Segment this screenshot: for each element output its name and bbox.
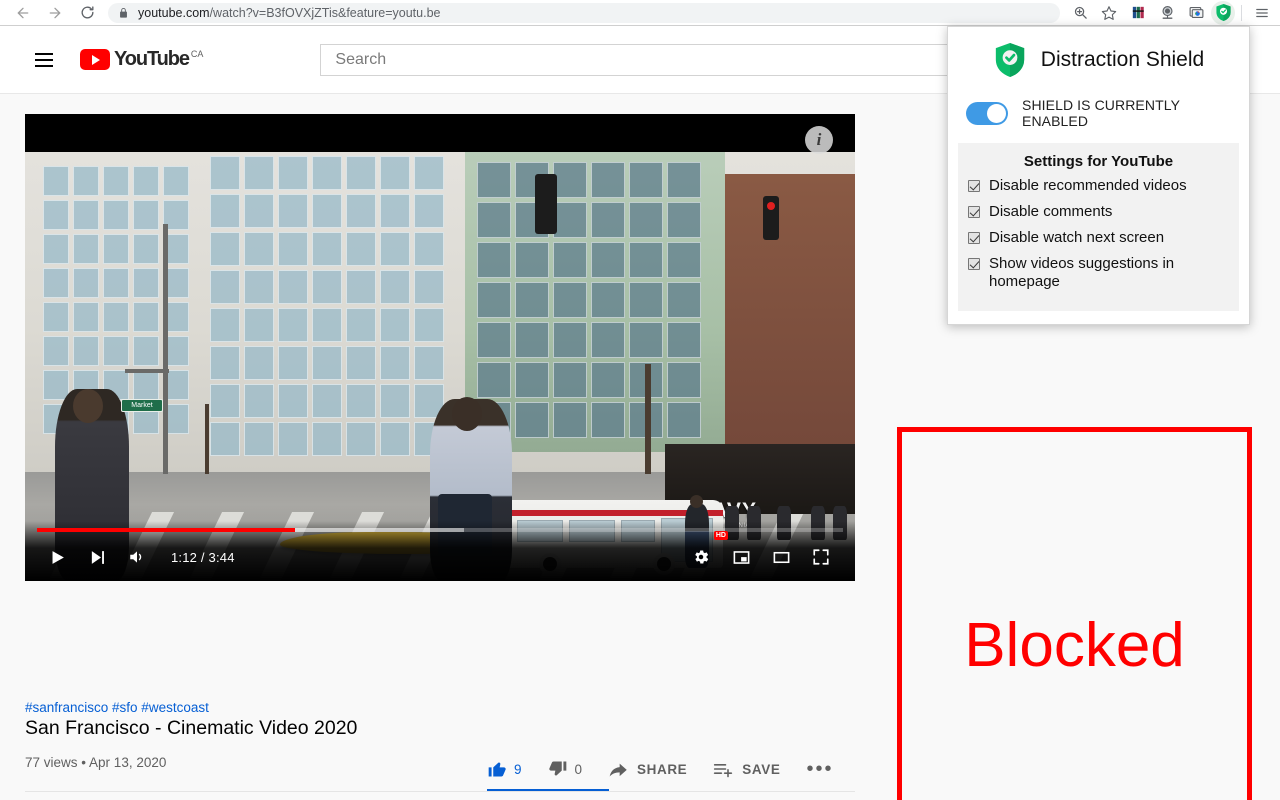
navigation-buttons xyxy=(0,1,102,25)
chrome-menu-icon[interactable] xyxy=(1248,1,1276,25)
zoom-magnifier-icon[interactable] xyxy=(1066,1,1094,25)
share-label: SHARE xyxy=(637,761,688,777)
checkbox-icon[interactable] xyxy=(968,258,980,270)
tree-trunk xyxy=(205,404,209,474)
youtube-country-code: CA xyxy=(190,49,204,59)
popup-header: Distraction Shield xyxy=(948,27,1249,91)
url-path: /watch?v=B3fOVXjZTis&feature=youtu.be xyxy=(209,5,441,20)
bookmark-star-icon[interactable] xyxy=(1095,1,1123,25)
meta-divider xyxy=(25,791,855,792)
checkbox-icon[interactable] xyxy=(968,180,980,192)
setting-label: Disable comments xyxy=(989,203,1113,220)
dislike-count: 0 xyxy=(574,761,583,777)
save-button[interactable]: SAVE xyxy=(713,759,780,779)
youtube-play-icon xyxy=(80,49,110,70)
setting-disable-watch-next[interactable]: Disable watch next screen xyxy=(968,229,1229,247)
url-text: youtube.com/watch?v=B3fOVXjZTis&feature=… xyxy=(138,6,441,20)
blocked-label: Blocked xyxy=(964,610,1185,680)
next-track-icon[interactable] xyxy=(77,537,117,577)
dislike-button[interactable]: 0 xyxy=(548,759,583,779)
screen: youtube.com/watch?v=B3fOVXjZTis&feature=… xyxy=(0,0,1280,800)
setting-label: Show videos suggestions in homepage xyxy=(989,255,1175,290)
video-player[interactable]: OLD NAVY SAN FRANCISCO, CALIFORNIA xyxy=(25,114,855,581)
lock-icon xyxy=(118,7,129,19)
building-center xyxy=(465,152,725,452)
toolbar-divider xyxy=(1241,4,1242,21)
search-input[interactable]: Search xyxy=(320,43,958,76)
extension-window-icon[interactable] xyxy=(1182,1,1210,25)
more-horizontal-icon[interactable]: ••• xyxy=(806,758,833,781)
progress-played xyxy=(37,528,295,532)
view-count: 77 views xyxy=(25,755,78,770)
setting-disable-recommended[interactable]: Disable recommended videos xyxy=(968,177,1229,195)
checkbox-icon[interactable] xyxy=(968,232,980,244)
distraction-shield-icon[interactable] xyxy=(1211,0,1235,25)
search-placeholder: Search xyxy=(335,50,387,68)
video-actions: 9 0 SHARE SAVE ••• xyxy=(487,749,833,789)
play-icon[interactable] xyxy=(37,537,77,577)
street-pole xyxy=(163,224,168,474)
shield-status-label: SHIELD IS CURRENTLY ENABLED xyxy=(1022,97,1180,129)
player-controls: 1:12 / 3:44 HD xyxy=(25,531,855,581)
setting-label: Disable recommended videos xyxy=(989,177,1187,194)
theater-mode-icon[interactable] xyxy=(761,537,801,577)
popup-title: Distraction Shield xyxy=(1040,48,1205,71)
url-domain: youtube.com xyxy=(138,5,210,20)
settings-gear-icon[interactable]: HD xyxy=(681,531,728,577)
blocked-sidebar-panel: Blocked xyxy=(897,427,1252,800)
browser-extension-icons xyxy=(1066,0,1280,25)
page-title: San Francisco - Cinematic Video 2020 xyxy=(25,717,358,739)
setting-disable-comments[interactable]: Disable comments xyxy=(968,203,1229,221)
extension-books-icon[interactable] xyxy=(1124,1,1152,25)
forward-arrow-icon[interactable] xyxy=(40,1,70,25)
browser-toolbar: youtube.com/watch?v=B3fOVXjZTis&feature=… xyxy=(0,0,1280,26)
like-count: 9 xyxy=(514,761,522,777)
letterbox-top xyxy=(25,114,855,152)
checkbox-icon[interactable] xyxy=(968,206,980,218)
video-frame: OLD NAVY SAN FRANCISCO, CALIFORNIA xyxy=(25,114,855,581)
fullscreen-icon[interactable] xyxy=(801,537,841,577)
shield-toggle-row: SHIELD IS CURRENTLY ENABLED xyxy=(948,91,1249,143)
publish-date: Apr 13, 2020 xyxy=(89,755,167,770)
hamburger-menu-icon[interactable] xyxy=(24,40,64,80)
volume-icon[interactable] xyxy=(117,537,157,577)
video-stats: 77 views • Apr 13, 2020 xyxy=(25,755,166,770)
back-arrow-icon[interactable] xyxy=(8,1,38,25)
player-right-controls: HD xyxy=(669,531,855,577)
quality-badge: HD xyxy=(713,531,728,540)
miniplayer-icon[interactable] xyxy=(721,537,761,577)
extension-webcam-icon[interactable] xyxy=(1153,1,1181,25)
shield-check-icon xyxy=(995,43,1024,77)
setting-show-suggestions-homepage[interactable]: Show videos suggestions in homepage xyxy=(968,255,1229,291)
settings-title: Settings for YouTube xyxy=(1023,153,1174,170)
youtube-logo-text: YouTube xyxy=(114,48,190,70)
shield-toggle[interactable] xyxy=(966,101,1008,125)
stats-separator: • xyxy=(81,755,87,770)
search-area: Search xyxy=(320,43,1023,76)
building-right xyxy=(725,174,855,454)
share-button[interactable]: SHARE xyxy=(608,759,687,779)
traffic-signal xyxy=(535,174,557,234)
time-display: 1:12 / 3:44 xyxy=(171,549,235,565)
video-hashtags[interactable]: #sanfrancisco #sfo #westcoast xyxy=(25,700,209,715)
reload-icon[interactable] xyxy=(72,1,102,25)
like-button[interactable]: 9 xyxy=(487,759,522,779)
toggle-knob xyxy=(987,103,1006,123)
street-sign-market: Market xyxy=(121,399,163,412)
youtube-logo[interactable]: YouTube CA xyxy=(80,49,203,70)
address-bar[interactable]: youtube.com/watch?v=B3fOVXjZTis&feature=… xyxy=(108,2,1060,23)
distraction-shield-popup: Distraction Shield SHIELD IS CURRENTLY E… xyxy=(947,26,1250,325)
settings-card: Settings for YouTube Disable recommended… xyxy=(958,143,1239,311)
info-icon[interactable]: i xyxy=(805,126,833,154)
setting-label: Disable watch next screen xyxy=(989,229,1165,246)
save-label: SAVE xyxy=(742,761,781,777)
